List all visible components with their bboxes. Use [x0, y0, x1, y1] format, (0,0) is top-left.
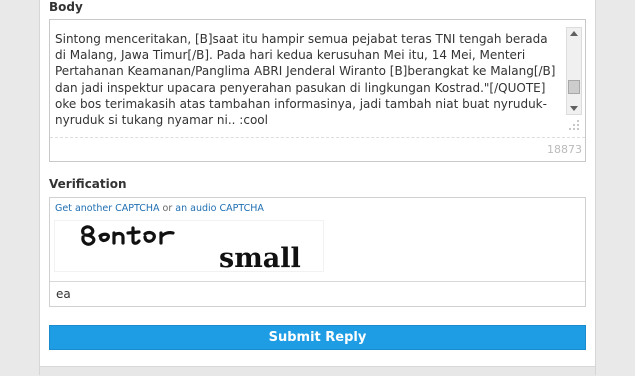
textarea-divider	[50, 137, 585, 138]
scroll-down-icon[interactable]	[570, 106, 578, 111]
captcha-distorted-word	[81, 225, 175, 246]
submit-reply-button[interactable]: Submit Reply	[49, 325, 586, 350]
scroll-thumb[interactable]	[568, 80, 580, 94]
textarea-scrollbar[interactable]	[566, 27, 582, 115]
body-textarea[interactable]: Sintong menceritakan, [B]saat itu hampir…	[49, 19, 586, 162]
captcha-box: Get another CAPTCHA or an audio CAPTCHA …	[49, 197, 586, 307]
captcha-answer-input[interactable]: ea	[50, 281, 585, 306]
scroll-up-icon[interactable]	[570, 31, 578, 36]
captcha-links: Get another CAPTCHA or an audio CAPTCHA	[55, 203, 264, 214]
audio-captcha-link[interactable]: an audio CAPTCHA	[175, 203, 264, 214]
get-another-captcha-link[interactable]: Get another CAPTCHA	[55, 203, 160, 214]
body-label: Body	[49, 0, 83, 14]
verification-label: Verification	[49, 177, 127, 191]
captcha-word-2: small	[219, 243, 301, 274]
char-count: 18873	[547, 143, 582, 156]
captcha-image: small	[54, 220, 324, 274]
resize-grip-icon[interactable]	[568, 119, 580, 131]
body-text[interactable]: Sintong menceritakan, [B]saat itu hampir…	[55, 31, 560, 135]
captcha-link-separator: or	[162, 203, 173, 214]
